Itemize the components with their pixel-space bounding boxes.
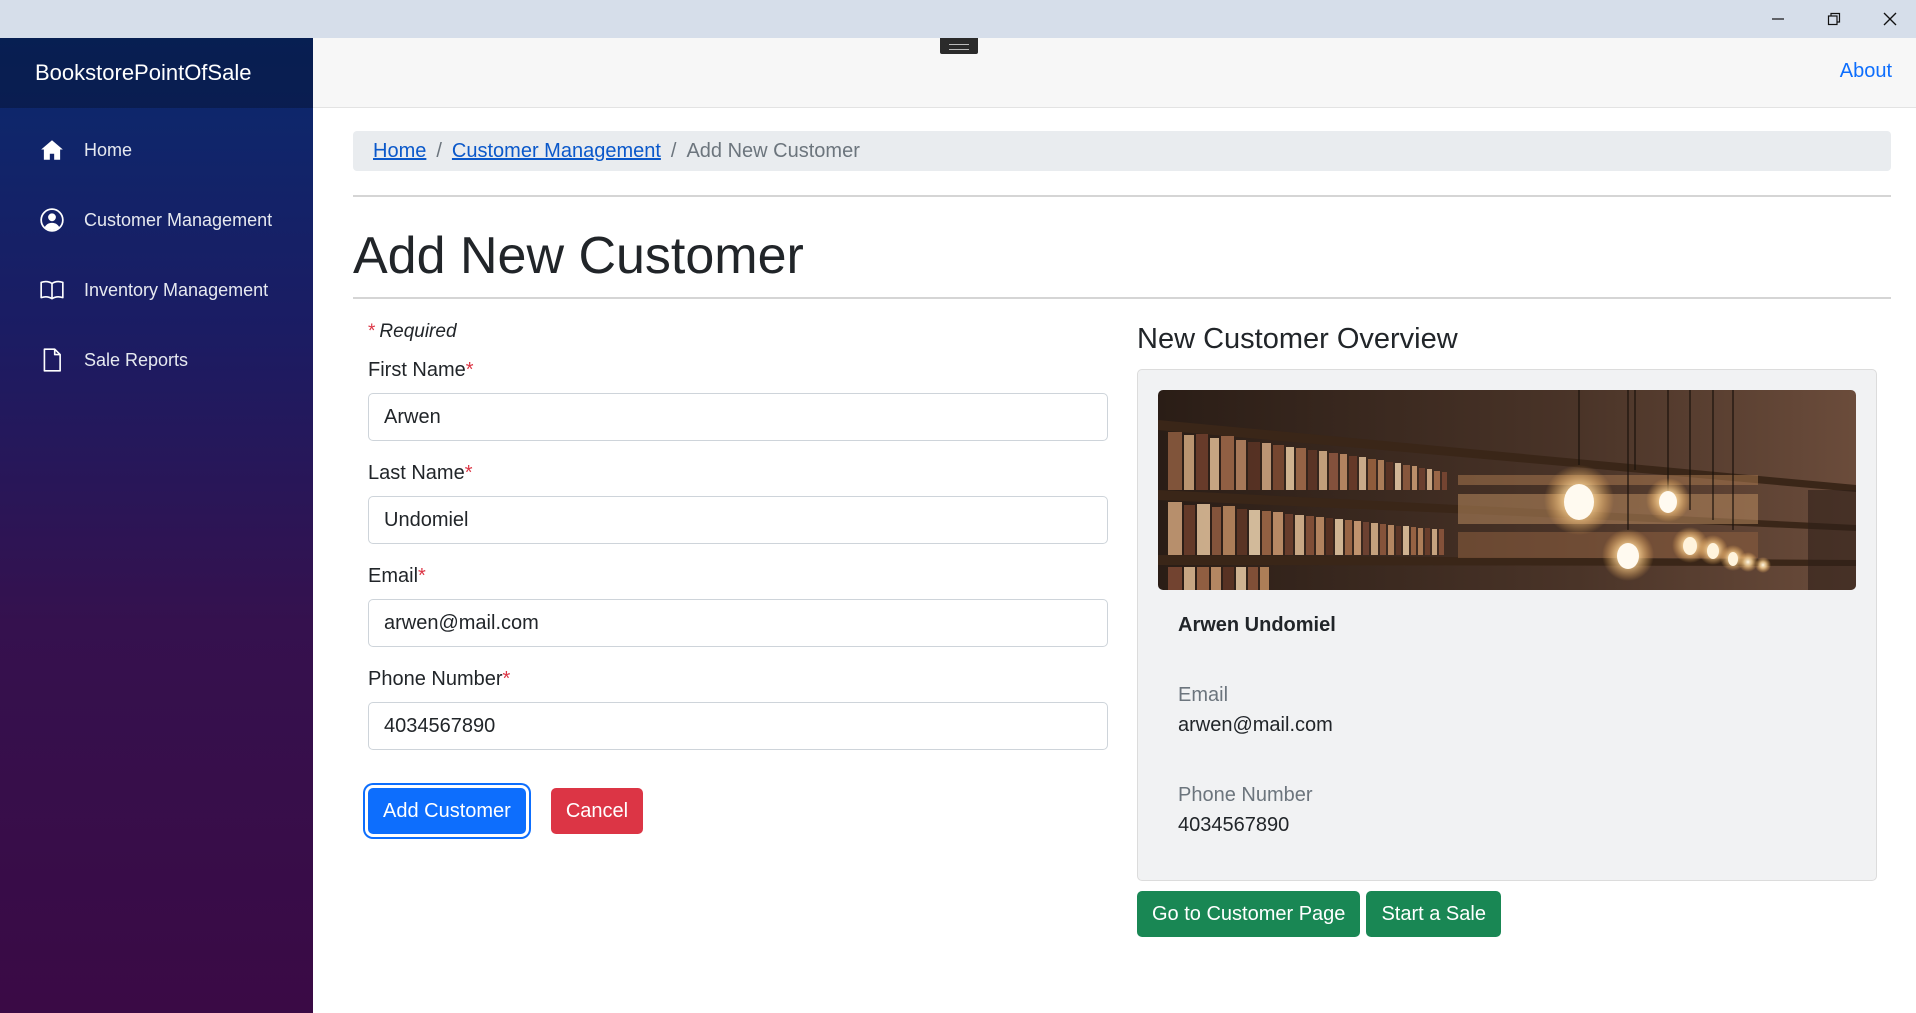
- minimize-icon: [1772, 18, 1784, 20]
- overview-card: Arwen Undomiel Email arwen@mail.com Phon…: [1137, 369, 1877, 881]
- required-note: * Required: [368, 321, 1108, 345]
- about-link[interactable]: About: [1840, 60, 1892, 83]
- divider: [353, 195, 1891, 197]
- book-icon: [38, 276, 66, 304]
- sidebar-item-label: Inventory Management: [84, 279, 269, 300]
- sidebar-item-label: Home: [84, 139, 133, 160]
- overview-actions: Go to Customer Page Start a Sale: [1137, 891, 1877, 937]
- page-title: Add New Customer: [353, 227, 804, 285]
- last-name-input[interactable]: [368, 496, 1108, 544]
- app-brand[interactable]: BookstorePointOfSale: [0, 38, 313, 108]
- minimize-button[interactable]: [1750, 0, 1806, 38]
- window-titlebar: [0, 0, 1916, 38]
- email-label: Email*: [368, 565, 426, 587]
- breadcrumb-current: Add New Customer: [686, 139, 860, 162]
- breadcrumb-customer-management-link[interactable]: Customer Management: [452, 140, 661, 163]
- last-name-group: Last Name*: [368, 462, 1108, 544]
- sidebar-item-inventory-management[interactable]: Inventory Management: [14, 262, 299, 318]
- drag-handle[interactable]: [940, 38, 978, 54]
- add-customer-button[interactable]: Add Customer: [368, 788, 526, 834]
- close-button[interactable]: [1862, 0, 1916, 38]
- email-input[interactable]: [368, 599, 1108, 647]
- breadcrumb-separator: /: [670, 139, 677, 162]
- required-note-text: Required: [379, 321, 457, 342]
- top-bar: About: [313, 38, 1916, 108]
- file-icon: [38, 346, 66, 374]
- overview-customer-name: Arwen Undomiel: [1178, 614, 1336, 636]
- add-customer-form: *Required First Name* Last Name* Email* …: [368, 321, 1108, 834]
- overview-email-label: Email: [1178, 684, 1229, 706]
- breadcrumb-home-link[interactable]: Home: [373, 140, 426, 163]
- close-icon: [1883, 12, 1897, 26]
- breadcrumb: Home / Customer Management / Add New Cus…: [353, 131, 1891, 171]
- main-content: Home / Customer Management / Add New Cus…: [353, 108, 1891, 999]
- sidebar-item-customer-management[interactable]: Customer Management: [14, 192, 299, 248]
- content-area: *Required First Name* Last Name* Email* …: [353, 299, 1891, 999]
- overview-phone-label: Phone Number: [1178, 784, 1313, 806]
- bookshelf-image: [1158, 390, 1856, 590]
- go-to-customer-page-button[interactable]: Go to Customer Page: [1137, 891, 1361, 937]
- restore-icon: [1827, 12, 1841, 26]
- start-sale-button[interactable]: Start a Sale: [1366, 891, 1501, 937]
- overview-email-value: arwen@mail.com: [1178, 714, 1333, 736]
- sidebar-item-label: Customer Management: [84, 209, 273, 230]
- first-name-label: First Name*: [368, 359, 474, 381]
- sidebar-item-sale-reports[interactable]: Sale Reports: [14, 332, 299, 388]
- overview-title: New Customer Overview: [1137, 323, 1458, 355]
- last-name-label: Last Name*: [368, 462, 473, 484]
- breadcrumb-separator: /: [436, 139, 442, 162]
- sidebar: BookstorePointOfSale Home Customer Manag…: [0, 38, 313, 1013]
- customer-overview: New Customer Overview Arwen Undomiel Ema…: [1137, 319, 1877, 937]
- sidebar-item-home[interactable]: Home: [14, 122, 299, 178]
- phone-number-group: Phone Number*: [368, 668, 1108, 750]
- first-name-input[interactable]: [368, 393, 1108, 441]
- user-circle-icon: [38, 206, 66, 234]
- required-star: *: [368, 321, 376, 342]
- first-name-group: First Name*: [368, 359, 1108, 441]
- sidebar-item-label: Sale Reports: [84, 349, 189, 370]
- email-group: Email*: [368, 565, 1108, 647]
- sidebar-nav: Home Customer Management Inventory Manag…: [0, 108, 313, 388]
- overview-phone-value: 4034567890: [1178, 814, 1290, 836]
- phone-number-input[interactable]: [368, 702, 1108, 750]
- form-actions: Add Customer Cancel: [368, 788, 1108, 834]
- home-icon: [38, 136, 66, 164]
- phone-number-label: Phone Number*: [368, 668, 511, 690]
- cancel-button[interactable]: Cancel: [550, 788, 644, 834]
- restore-button[interactable]: [1806, 0, 1862, 38]
